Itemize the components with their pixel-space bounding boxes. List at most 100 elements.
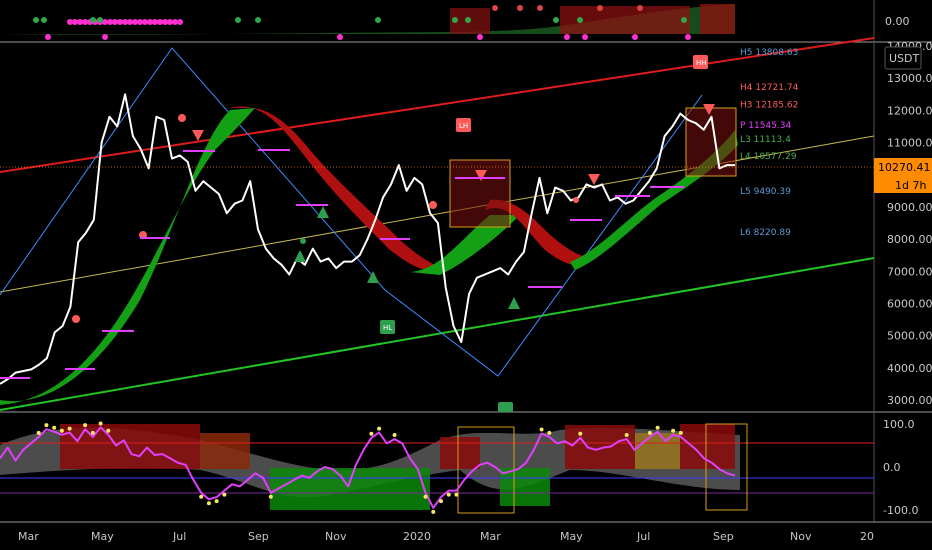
osc-signal-dot [98,421,103,426]
x-tick-label: Mar [480,530,501,543]
x-tick-label: 2020 [403,530,431,543]
top-signal-dot [90,17,96,23]
x-tick-label: May [91,530,114,543]
top-signal-dot [97,17,103,23]
pivot-level-label: L3 11113.4 [740,135,791,145]
y-tick-label: 5000.00 [887,330,932,343]
top-signal-dot [375,17,381,23]
unit-label: USDT [889,52,920,65]
top-signal-dot [681,17,687,23]
x-tick-label: Nov [325,530,347,543]
price-axis: 14000.0013000.0012000.0011000.0010000.00… [887,40,932,407]
osc-signal-dot [655,425,660,430]
osc-signal-dot [222,492,227,497]
osc-signal-dot [454,492,459,497]
top-signal-dot [537,5,543,11]
top-signal-dot [177,19,183,25]
top-signal-dot [582,34,588,40]
y-tick-label: 3000.00 [887,394,932,407]
osc-signal-dot [446,492,451,497]
osc-signal-dot [59,428,64,433]
top-signal-dot [337,34,343,40]
top-signal-dot [477,34,483,40]
ma-ribbon [0,106,738,405]
support-trendline [0,257,875,411]
top-signal-dot [553,17,559,23]
top-signal-dot [632,34,638,40]
osc-signal-dot [578,431,583,436]
top-indicator-panel [0,4,735,40]
osc-signal-dot [547,430,552,435]
zigzag-line [0,47,703,377]
osc-signal-dot [392,433,397,438]
top-signal-dot [685,34,691,40]
top-signal-dot [577,17,583,23]
y-tick-label: 9000.00 [887,201,932,214]
last-price-label: 10270.41 [878,161,931,174]
top-signal-dot [235,17,241,23]
x-tick-label: Mar [18,530,39,543]
svg-text:HL: HL [383,324,392,332]
top-signal-dot [517,5,523,11]
x-tick-label: May [560,530,583,543]
osc-signal-dot [268,494,273,499]
y-tick-label: 7000.00 [887,265,932,278]
osc-signal-dot [214,499,219,504]
osc-tick-label: 100.0 [883,418,915,431]
osc-signal-dot [36,430,41,435]
x-tick-label: Jul [636,530,650,543]
top-signal-dot [564,34,570,40]
y-tick-label: 11000.00 [887,137,932,150]
osc-tick-label: 0.0 [883,461,901,474]
osc-signal-dot [423,494,428,499]
top-signal-dot [33,17,39,23]
osc-signal-dot [106,428,111,433]
x-tick-label: Sep [713,530,734,543]
x-tick-label: 20 [860,530,874,543]
x-tick-label: Jul [172,530,186,543]
top-signal-dot [465,17,471,23]
top-signal-dot [637,5,643,11]
oscillator-panel [0,421,874,514]
oscillator-axis: 100.0 0.0 -100.0 [883,418,918,517]
y-tick-label: 12000.00 [887,104,932,117]
osc-signal-dot [206,501,211,506]
y-tick-label: 6000.00 [887,297,932,310]
x-tick-label: Sep [248,530,269,543]
osc-signal-dot [539,427,544,432]
pivot-level-label: L5 9490.39 [740,187,791,197]
y-tick-label: 13000.00 [887,72,932,85]
pivot-level-label: L4 10577.29 [740,152,797,162]
osc-signal-dot [647,430,652,435]
osc-signal-dot [431,509,436,514]
top-signal-dot [255,17,261,23]
countdown-label: 1d 7h [895,179,926,192]
osc-signal-dot [44,423,49,428]
y-tick-label: 4000.00 [887,362,932,375]
osc-signal-dot [678,430,683,435]
time-axis: Mar May Jul Sep Nov 2020 Mar May Jul Sep Nov 20 [18,530,874,543]
osc-signal-dot [377,426,382,431]
pivot-level-labels: H5 13808.63 H4 12721.74 H3 12185.62 P 11545… [740,48,799,238]
osc-signal-dot [67,426,72,431]
pivot-level-label: H5 13808.63 [740,48,798,58]
y-tick-label: 8000.00 [887,233,932,246]
x-tick-label: Nov [790,530,812,543]
top-signal-dot [45,34,51,40]
top-signal-dot [102,34,108,40]
osc-signal-dot [199,494,204,499]
pivot-level-label: H4 12721.74 [740,83,799,93]
osc-tick-label: -100.0 [883,504,918,517]
osc-signal-dot [439,499,443,504]
osc-signal-dot [52,425,57,430]
top-panel-value: 0.00 [885,15,910,28]
top-signal-dot [597,5,603,11]
price-chart: 0.00 LH HH HL H5 13808.63H4 12721.74H3 1… [0,0,932,543]
pivot-level-label: L6 8220.89 [740,228,791,238]
top-signal-dot [492,5,498,11]
pivot-level-label: H3 12185.62 [740,100,798,110]
osc-signal-dot [83,423,88,428]
svg-text:LH: LH [459,122,468,130]
top-signal-dot [41,17,47,23]
top-signal-dot [452,17,458,23]
